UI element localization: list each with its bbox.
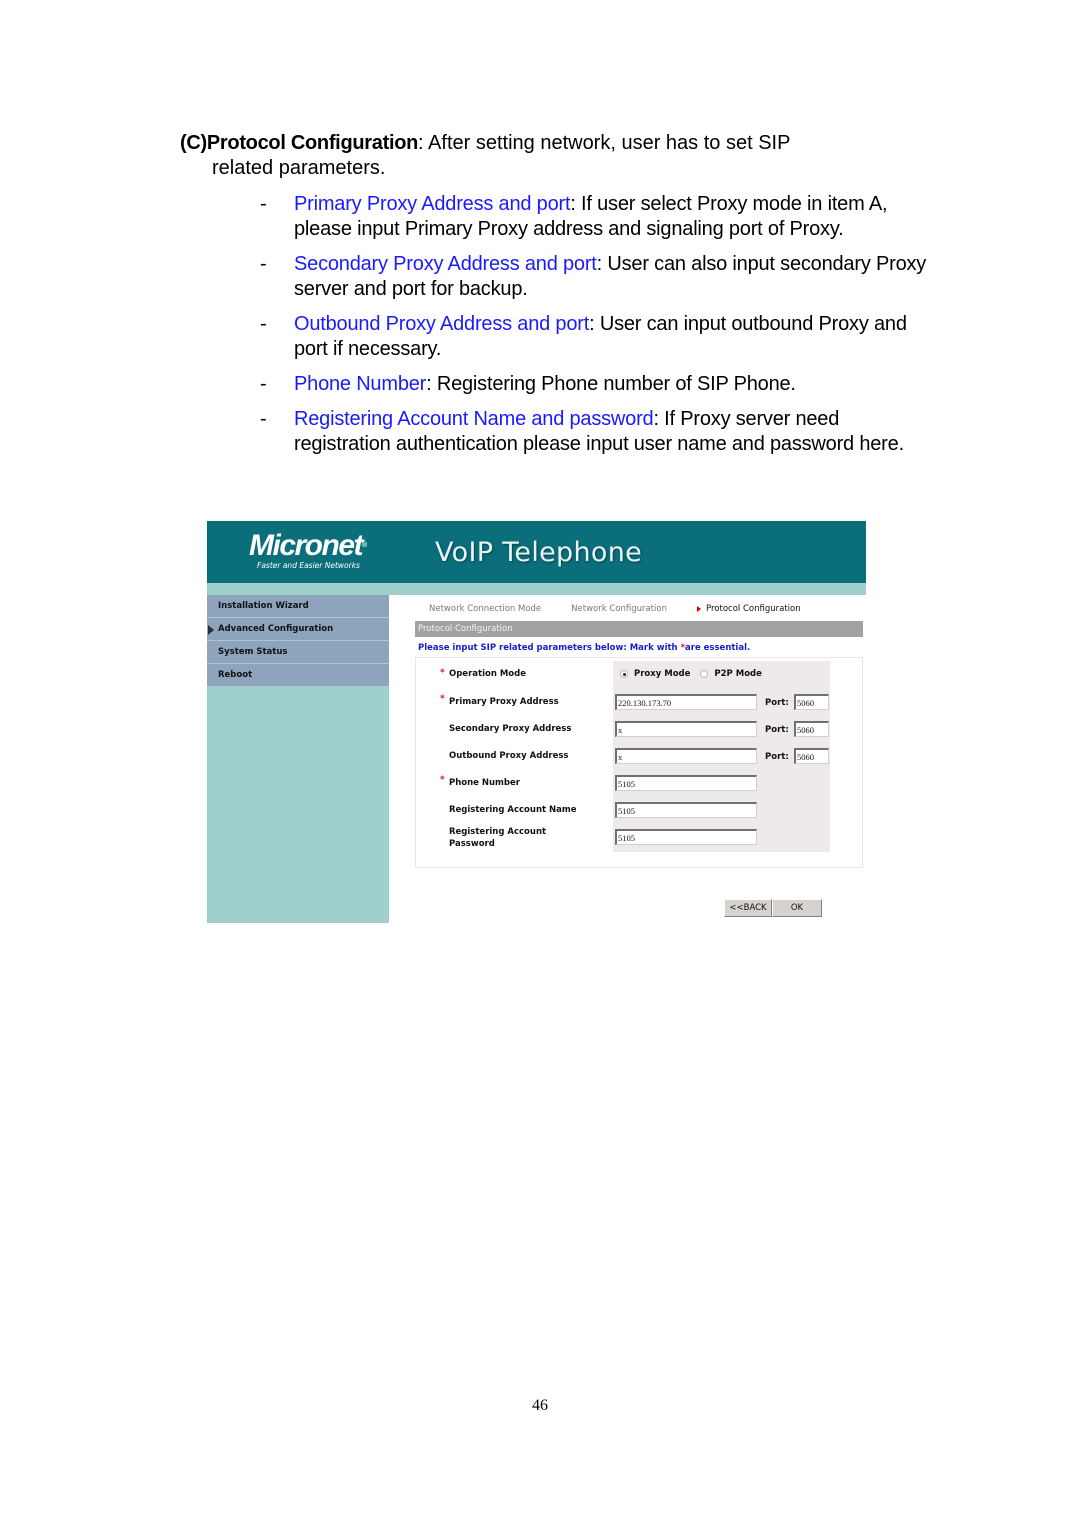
sidebar-item-label: System Status	[218, 647, 288, 657]
app-title: VoIP Telephone	[435, 537, 643, 568]
step-protocol-configuration: Protocol Configuration	[706, 604, 801, 614]
outbound-proxy-port-input[interactable]	[794, 748, 829, 764]
primary-proxy-address-input[interactable]	[615, 694, 757, 710]
required-mark: *	[440, 694, 445, 704]
form-instructions: Please input SIP related parameters belo…	[418, 643, 750, 653]
bullet-item: - Phone Number: Registering Phone number…	[260, 372, 930, 397]
bullet-term: Outbound Proxy Address and port	[294, 313, 590, 335]
voip-config-screenshot: Micronet® Faster and Easier Networks VoI…	[207, 521, 866, 923]
secondary-proxy-label: Secondary Proxy Address	[449, 724, 572, 734]
bullet-term: Secondary Proxy Address and port	[294, 253, 597, 275]
current-page-arrow-icon	[208, 625, 214, 635]
required-mark: *	[440, 668, 445, 678]
account-password-label-line1: Registering Account	[449, 827, 547, 837]
sidebar-item-label: Advanced Configuration	[218, 624, 334, 634]
step-network-connection-mode[interactable]: Network Connection Mode	[429, 604, 541, 614]
sidebar-item-label: Installation Wizard	[218, 601, 309, 611]
phone-number-label: Phone Number	[449, 778, 520, 788]
primary-proxy-port-input[interactable]	[794, 694, 829, 710]
instructions-text: Please input SIP related parameters belo…	[418, 643, 681, 653]
operation-mode-label: Operation Mode	[449, 669, 526, 679]
port-label: Port:	[765, 752, 789, 762]
section-title-bar: Protocol Configuration	[415, 621, 863, 637]
sidebar-item-installation-wizard[interactable]: Installation Wizard	[207, 595, 389, 618]
bullet-list: - Primary Proxy Address and port: If use…	[260, 192, 930, 467]
step-network-configuration[interactable]: Network Configuration	[571, 604, 667, 614]
account-name-input[interactable]	[615, 802, 757, 818]
bullet-dash: -	[260, 313, 267, 335]
required-mark: *	[440, 775, 445, 785]
protocol-form: * Operation Mode Proxy Mode P2P Mode * P…	[415, 657, 863, 868]
port-label: Port:	[765, 698, 789, 708]
step-protocol-configuration-wrap[interactable]: Protocol Configuration	[697, 604, 801, 614]
page-number: 46	[532, 1397, 548, 1414]
account-name-label: Registering Account Name	[449, 805, 577, 815]
sidebar-item-reboot[interactable]: Reboot	[207, 664, 389, 687]
back-button[interactable]: <<BACK	[724, 899, 772, 917]
bullet-dash: -	[260, 408, 267, 430]
outbound-proxy-address-input[interactable]	[615, 748, 757, 764]
sidebar-item-label: Reboot	[218, 670, 253, 680]
app-banner: Micronet® Faster and Easier Networks VoI…	[207, 521, 866, 583]
operation-mode-radios: Proxy Mode P2P Mode	[620, 669, 772, 679]
bullet-dash: -	[260, 193, 267, 215]
radio-proxy-mode-label[interactable]: Proxy Mode	[634, 669, 690, 679]
brand-tagline: Faster and Easier Networks	[257, 561, 360, 570]
secondary-proxy-port-input[interactable]	[794, 721, 829, 737]
account-password-input[interactable]	[615, 829, 757, 845]
secondary-proxy-address-input[interactable]	[615, 721, 757, 737]
account-password-label-line2: Password	[449, 839, 495, 849]
instructions-suffix: are essential.	[685, 643, 751, 653]
sidebar: Installation Wizard Advanced Configurati…	[207, 595, 389, 923]
account-password-label: Registering Account Password	[449, 826, 546, 850]
bullet-dash: -	[260, 373, 267, 395]
ok-button[interactable]: OK	[772, 899, 822, 917]
banner-subbar	[207, 583, 866, 595]
bullet-dash: -	[260, 253, 267, 275]
bullet-term: Primary Proxy Address and port	[294, 193, 571, 215]
wizard-steps: Network Connection Mode Network Configur…	[429, 604, 831, 614]
radio-proxy-mode[interactable]	[620, 670, 628, 678]
radio-p2p-mode[interactable]	[700, 670, 709, 678]
bullet-term: Phone Number	[294, 373, 427, 395]
phone-number-input[interactable]	[615, 775, 757, 791]
bullet-item: - Registering Account Name and password:…	[260, 407, 930, 457]
port-label: Port:	[765, 725, 789, 735]
section-intro-continued: related parameters.	[212, 157, 386, 179]
main-content: Network Connection Mode Network Configur…	[389, 595, 866, 923]
section-intro: : After setting network, user has to set…	[418, 132, 791, 154]
form-buttons: <<BACK OK	[724, 899, 822, 917]
current-step-arrow-icon	[697, 605, 701, 612]
bullet-text: : Registering Phone number of SIP Phone.	[426, 373, 796, 395]
bullet-term: Registering Account Name and password	[294, 408, 654, 430]
primary-proxy-label: Primary Proxy Address	[449, 697, 559, 707]
section-title: Protocol Configuration	[206, 132, 419, 154]
outbound-proxy-label: Outbound Proxy Address	[449, 751, 569, 761]
bullet-item: - Secondary Proxy Address and port: User…	[260, 252, 930, 302]
bullet-item: - Outbound Proxy Address and port: User …	[260, 312, 930, 362]
sidebar-item-advanced-configuration[interactable]: Advanced Configuration	[207, 618, 389, 641]
sidebar-item-system-status[interactable]: System Status	[207, 641, 389, 664]
radio-p2p-mode-label[interactable]: P2P Mode	[714, 669, 761, 679]
section-heading: (C)Protocol Configuration: After setting…	[180, 131, 900, 181]
registered-mark: ®	[362, 542, 367, 549]
bullet-item: - Primary Proxy Address and port: If use…	[260, 192, 930, 242]
micronet-logo: Micronet® Faster and Easier Networks	[249, 529, 367, 571]
brand-name: Micronet	[249, 529, 364, 562]
section-label: (C)	[180, 132, 207, 154]
